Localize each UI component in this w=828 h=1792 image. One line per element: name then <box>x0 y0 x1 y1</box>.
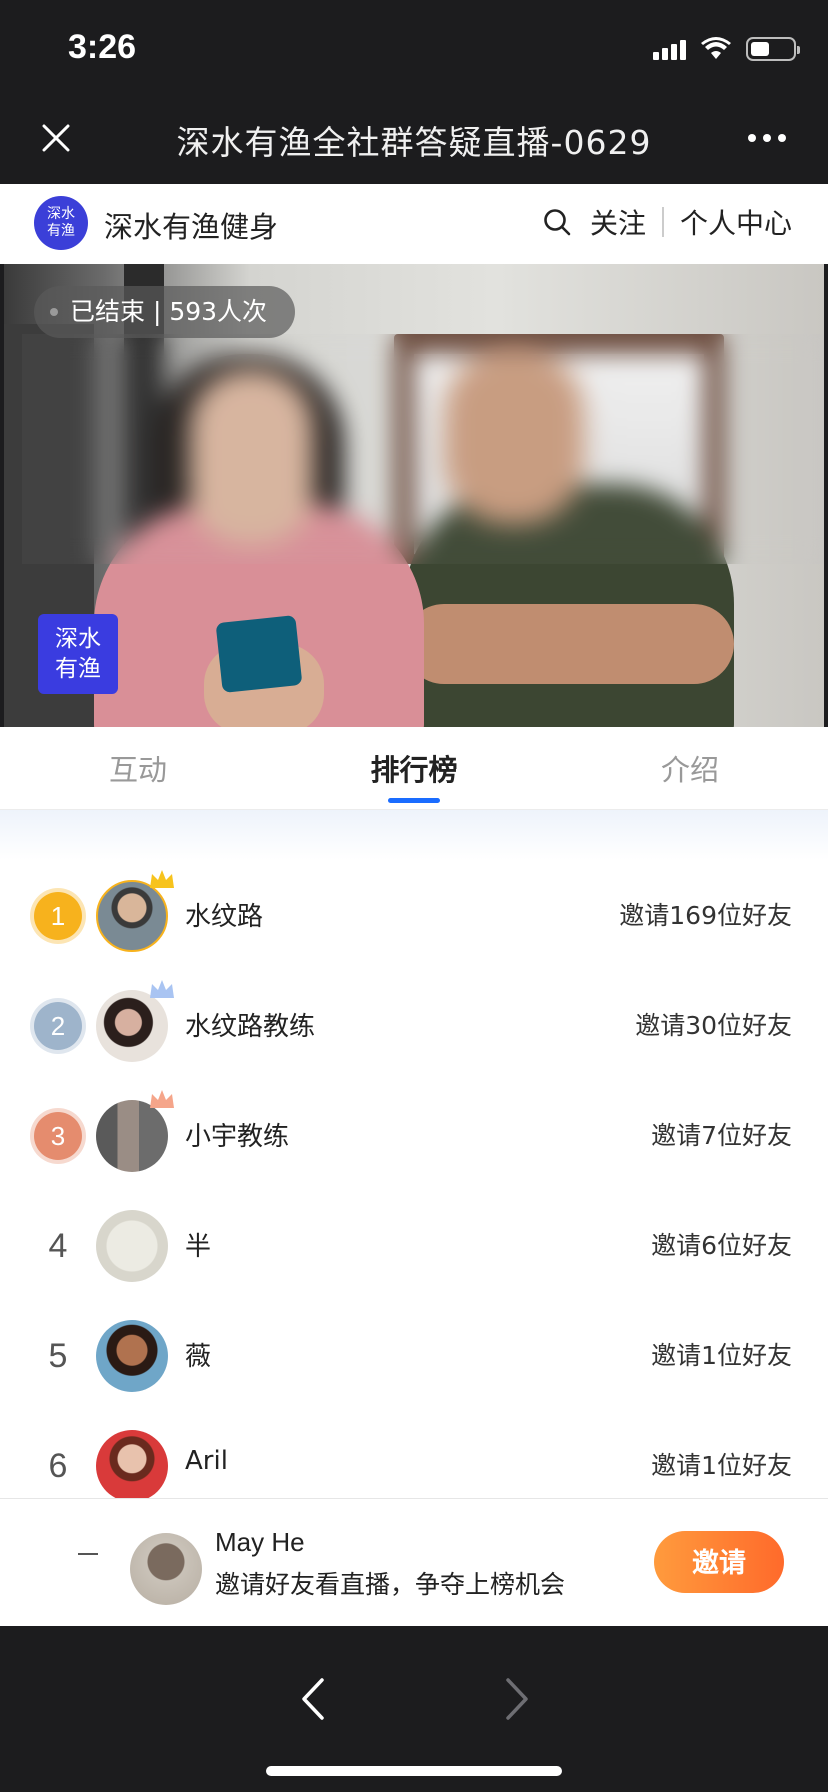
tab-active-indicator <box>388 798 440 803</box>
video-watermark-text: 深水有渔 <box>55 626 101 682</box>
rank-number: 4 <box>48 1227 68 1265</box>
list-item[interactable]: 1 水纹路 邀请169位好友 <box>0 862 828 972</box>
avatar[interactable] <box>96 1430 168 1498</box>
home-indicator <box>266 1766 562 1776</box>
status-bar: 3:26 <box>0 0 828 92</box>
status-time: 3:26 <box>68 28 137 66</box>
video-player[interactable]: 已结束 | 593人次 深水有渔 <box>4 264 824 727</box>
list-item[interactable]: 2 水纹路教练 邀请30位好友 <box>0 972 828 1082</box>
wifi-icon <box>701 37 731 59</box>
battery-level <box>751 42 769 56</box>
signal-icon <box>653 38 686 60</box>
follow-button[interactable]: 关注 <box>590 202 646 242</box>
avatar[interactable] <box>96 1320 168 1392</box>
rank-name: 半 <box>185 1232 212 1262</box>
rank-name: 小宇教练 <box>185 1122 290 1152</box>
nav-bar: 深水有渔全社群答疑直播-0629 <box>0 92 828 184</box>
channel-name[interactable]: 深水有渔健身 <box>104 204 278 246</box>
video-watermark-logo: 深水有渔 <box>38 614 118 694</box>
list-item[interactable]: 4 半 邀请6位好友 <box>0 1192 828 1302</box>
rank-badge: 2 <box>34 1002 82 1050</box>
avatar[interactable] <box>96 880 168 952</box>
list-item[interactable]: 6 Aril 邀请1位好友 <box>0 1412 828 1498</box>
search-icon[interactable] <box>542 207 572 237</box>
crown-icon <box>150 870 174 888</box>
rank-name: 薇 <box>185 1342 212 1372</box>
invite-bar: May He 邀请好友看直播，争夺上榜机会 邀请 <box>0 1498 828 1627</box>
screen: 3:26 深水有渔全社群答疑直播-0629 深水有渔 深水有渔健身 关注 个人中… <box>0 0 828 1792</box>
tab-bar: 互动 排行榜 介绍 <box>0 727 828 810</box>
my-avatar <box>130 1533 202 1605</box>
avatar-wrap <box>96 1430 168 1498</box>
channel-logo-text: 深水有渔 <box>47 206 75 239</box>
page-title: 深水有渔全社群答疑直播-0629 <box>176 123 652 162</box>
rank-number: 6 <box>48 1447 68 1485</box>
rank-name: 水纹路教练 <box>185 1012 316 1042</box>
rank-invite-count: 邀请30位好友 <box>635 1011 792 1040</box>
avatar-wrap <box>96 980 174 1062</box>
rank-name: Aril <box>185 1446 228 1476</box>
list-item[interactable]: 3 小宇教练 邀请7位好友 <box>0 1082 828 1192</box>
list-item[interactable]: 5 薇 邀请1位好友 <box>0 1302 828 1412</box>
tab-introduction[interactable]: 介绍 <box>610 747 770 789</box>
more-icon[interactable] <box>748 128 798 148</box>
rank-name: 水纹路 <box>185 902 264 932</box>
video-blur-overlay <box>22 334 824 564</box>
ranking-list[interactable]: 1 水纹路 邀请169位好友 2 水纹路教练 邀请30位好友 3 小宇教练 邀请… <box>0 810 828 1498</box>
avatar-wrap <box>96 870 174 952</box>
video-phone <box>215 615 303 693</box>
avatar[interactable] <box>96 1210 168 1282</box>
tab-interaction[interactable]: 互动 <box>58 747 218 789</box>
avatar-wrap <box>96 1090 174 1172</box>
browser-toolbar <box>0 1626 828 1792</box>
rank-invite-count: 邀请169位好友 <box>619 901 792 930</box>
avatar-wrap <box>96 1210 168 1282</box>
channel-bar: 深水有渔 深水有渔健身 关注 个人中心 <box>0 184 828 264</box>
forward-icon[interactable] <box>500 1674 534 1724</box>
live-status-badge: 已结束 | 593人次 <box>34 286 296 338</box>
close-icon[interactable] <box>36 118 76 158</box>
channel-logo[interactable]: 深水有渔 <box>34 196 88 250</box>
channel-actions: 关注 个人中心 <box>542 202 792 242</box>
crown-icon <box>150 1090 174 1108</box>
rank-invite-count: 邀请6位好友 <box>651 1231 792 1260</box>
invite-button[interactable]: 邀请 <box>654 1531 784 1593</box>
avatar[interactable] <box>96 990 168 1062</box>
avatar[interactable] <box>96 1100 168 1172</box>
invite-tip: 邀请好友看直播，争夺上榜机会 <box>215 1570 566 1599</box>
profile-link[interactable]: 个人中心 <box>680 202 792 242</box>
video-person-right-arms <box>404 604 734 684</box>
divider <box>661 207 664 237</box>
rank-invite-count: 邀请1位好友 <box>651 1451 792 1480</box>
rank-badge: 3 <box>34 1112 82 1160</box>
rank-badge: 1 <box>34 892 82 940</box>
my-name: May He <box>215 1527 305 1557</box>
tab-ranking[interactable]: 排行榜 <box>334 747 494 789</box>
collapse-icon[interactable] <box>78 1553 98 1555</box>
status-icons <box>653 34 800 64</box>
crown-icon <box>150 980 174 998</box>
rank-invite-count: 邀请1位好友 <box>651 1341 792 1370</box>
rank-invite-count: 邀请7位好友 <box>651 1121 792 1150</box>
avatar-wrap <box>96 1320 168 1392</box>
rank-number: 5 <box>48 1337 68 1375</box>
back-icon[interactable] <box>296 1674 330 1724</box>
battery-icon <box>746 37 800 61</box>
